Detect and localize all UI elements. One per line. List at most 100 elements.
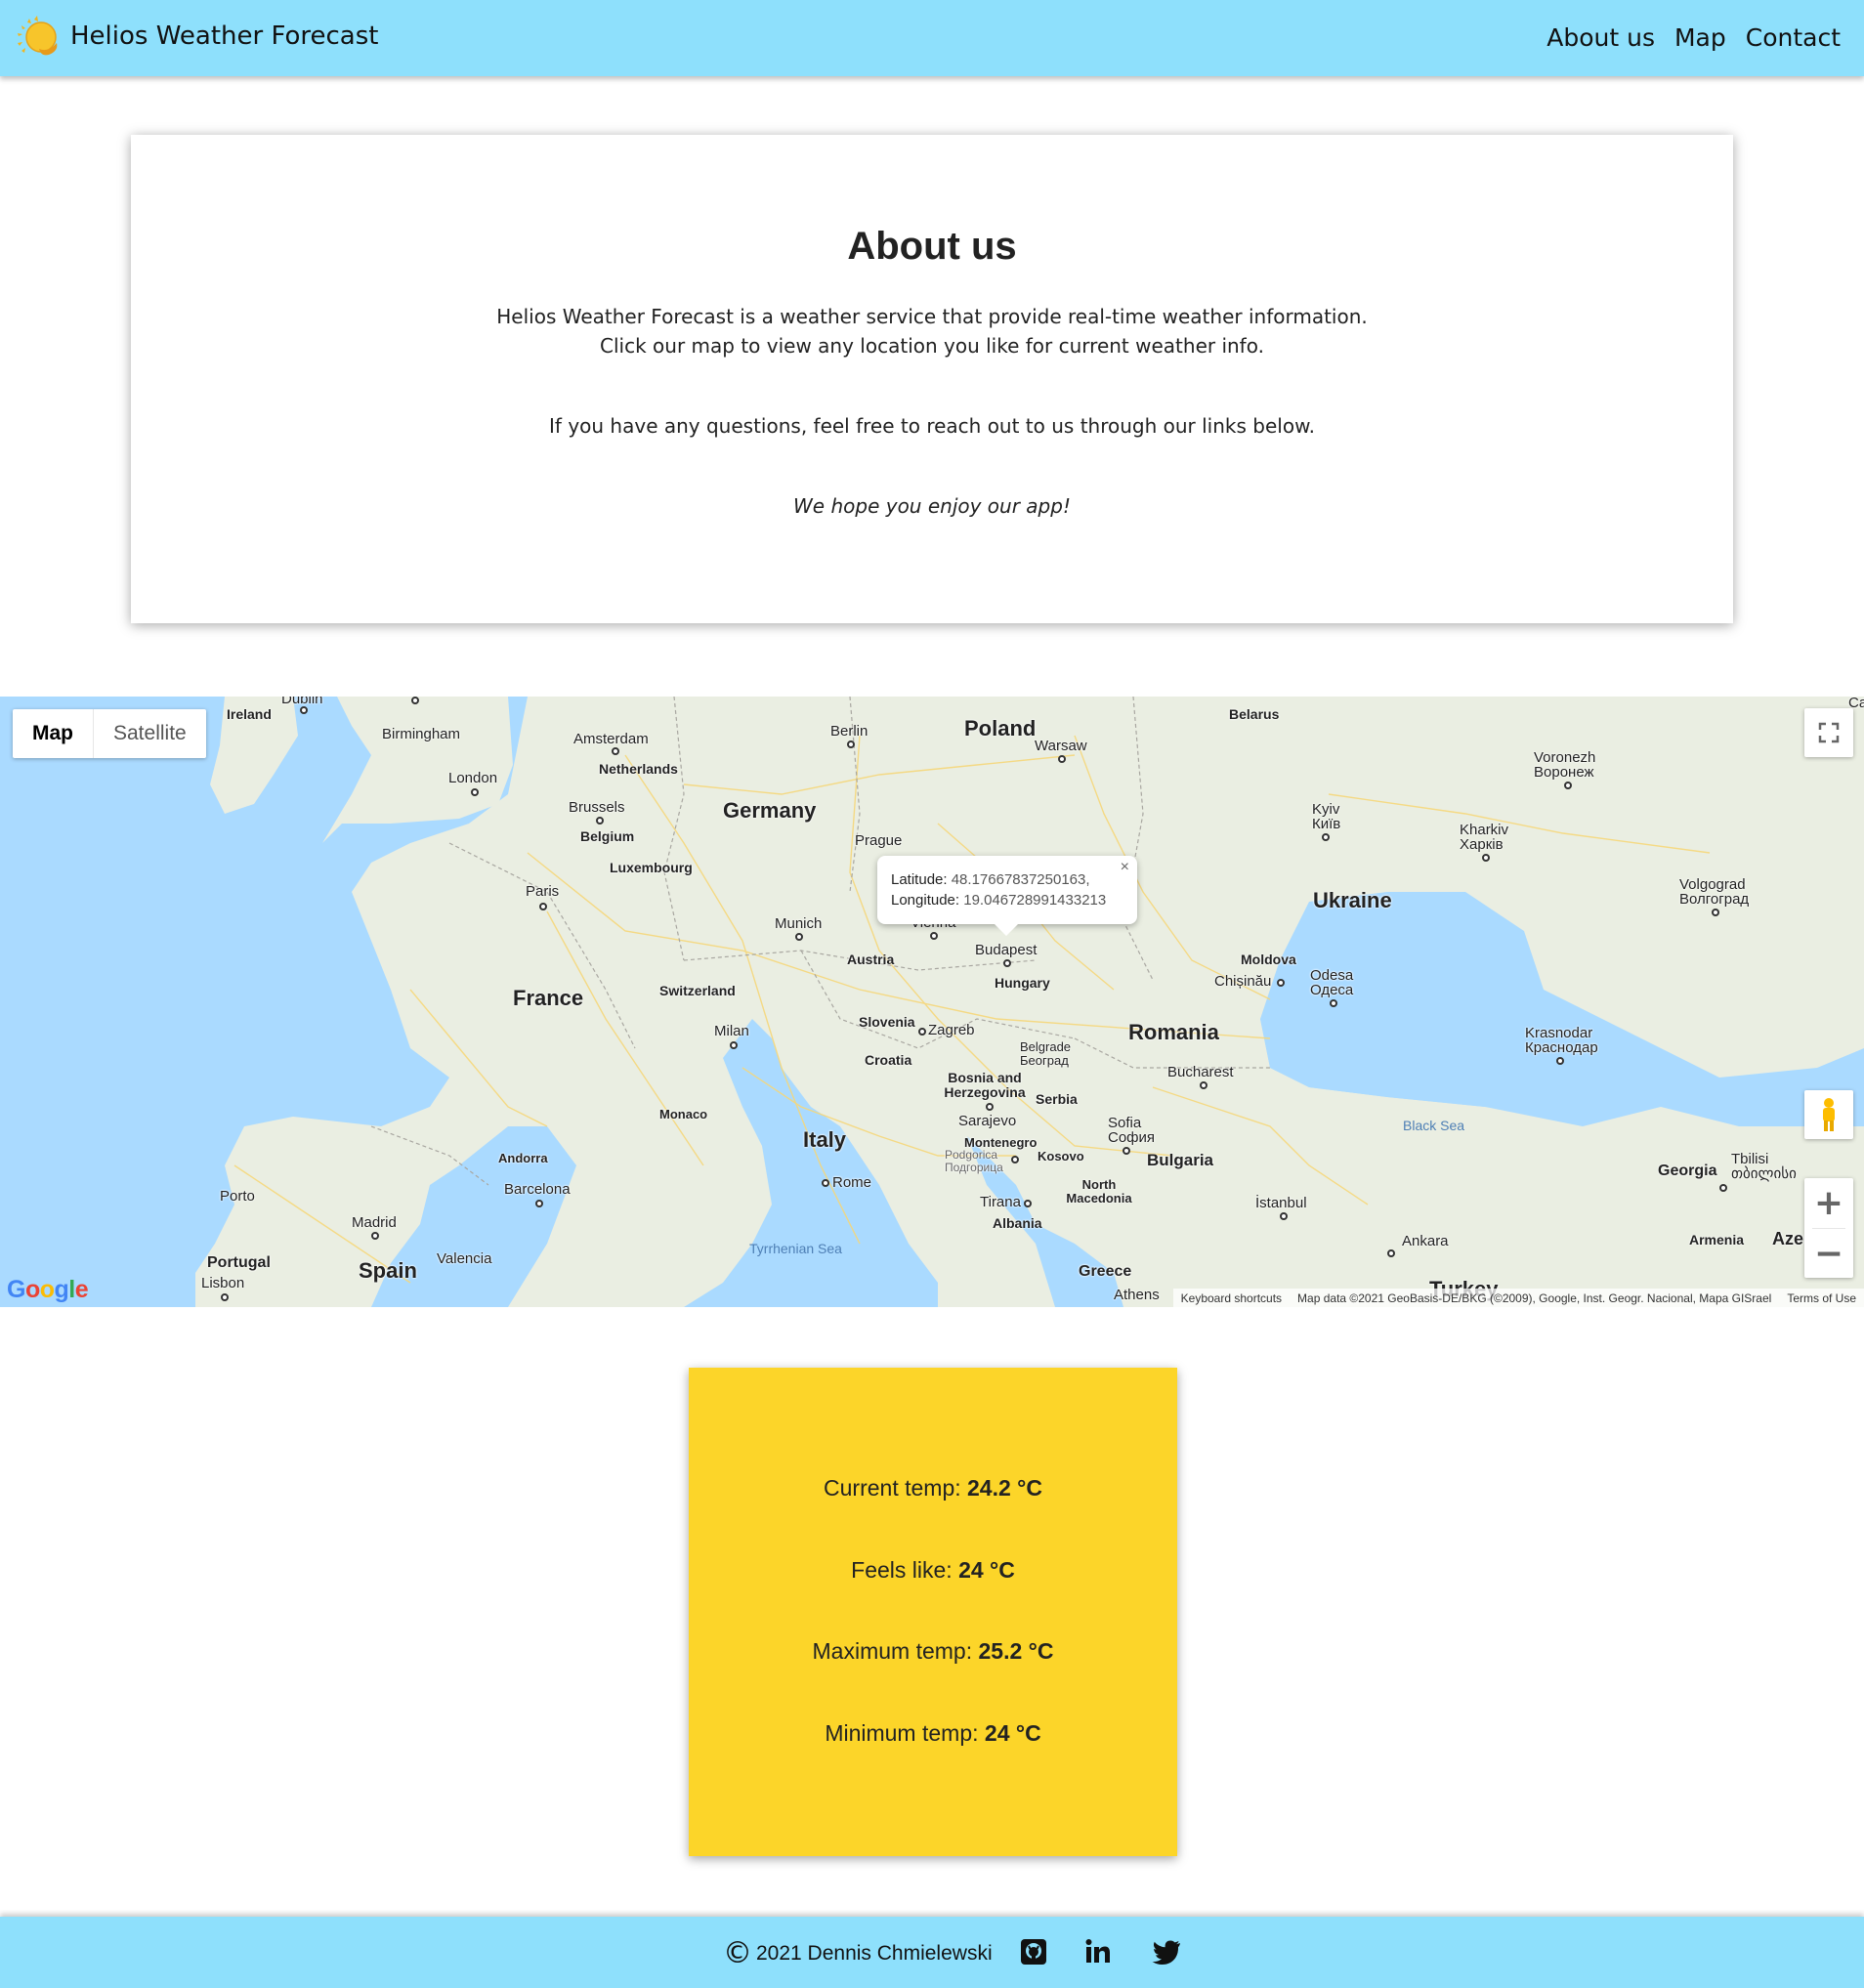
min-temp-value: 24 °C: [984, 1720, 1041, 1746]
current-temp-value: 24.2 °C: [967, 1475, 1042, 1501]
map-type-control: Map Satellite: [13, 709, 206, 758]
city-dot: [535, 1200, 543, 1207]
map-type-satellite-button[interactable]: Satellite: [94, 709, 206, 758]
map-label-kosovo: Kosovo: [1038, 1149, 1084, 1163]
map-canvas[interactable]: Ireland Poland Belarus Netherlands Germa…: [0, 697, 1864, 1307]
city-dot: [1200, 1081, 1207, 1089]
city-dot: [1330, 999, 1337, 1007]
city-dot: [1058, 755, 1066, 763]
map-label-spain: Spain: [359, 1258, 417, 1283]
current-temp-line: Current temp: 24.2 °C: [689, 1475, 1177, 1502]
map-label-barcelona: Barcelona: [504, 1181, 571, 1198]
city-dot: [1024, 1200, 1032, 1207]
info-longitude: Longitude: 19.046728991433213: [891, 890, 1123, 910]
map-label-odesa: Odesa Одеса: [1310, 967, 1354, 998]
city-dot: [1011, 1156, 1019, 1163]
about-text-line2: Click our map to view any location you l…: [600, 334, 1264, 358]
map-data-credit: Map data ©2021 GeoBasis-DE/BKG (©2009), …: [1297, 1290, 1772, 1305]
zoom-in-button[interactable]: +: [1804, 1178, 1853, 1228]
city-dot: [795, 933, 803, 941]
min-temp-line: Minimum temp: 24 °C: [689, 1720, 1177, 1747]
min-temp-label: Minimum temp:: [825, 1720, 985, 1746]
max-temp-line: Maximum temp: 25.2 °C: [689, 1638, 1177, 1665]
map-label-armenia: Armenia: [1689, 1232, 1745, 1248]
map-label-hungary: Hungary: [995, 975, 1050, 991]
map-label-birmingham: Birmingham: [382, 726, 461, 742]
city-dot: [1712, 909, 1719, 916]
brand-link[interactable]: Helios Weather Forecast: [16, 14, 378, 59]
map-label-madrid: Madrid: [352, 1214, 397, 1231]
map-label-warsaw: Warsaw: [1035, 738, 1087, 754]
map-label-croatia: Croatia: [865, 1052, 912, 1068]
linkedin-icon[interactable]: [1082, 1936, 1114, 1967]
city-dot: [1322, 833, 1330, 841]
map-label-sarajevo: Sarajevo: [958, 1113, 1017, 1129]
map-label-istanbul: İstanbul: [1255, 1195, 1307, 1211]
map-label-podgorica: Podgorica Подгорица: [945, 1148, 1003, 1174]
city-dot: [1123, 1147, 1130, 1155]
city-dot: [221, 1293, 229, 1301]
map-label-bulgaria: Bulgaria: [1147, 1151, 1214, 1169]
nav-map[interactable]: Map: [1674, 23, 1726, 52]
city-dot: [1482, 854, 1490, 862]
map-label-berlin: Berlin: [830, 723, 868, 740]
city-dot: [930, 932, 938, 940]
pegman-icon: [1823, 1098, 1835, 1131]
copyright-icon: ©: [723, 1936, 752, 1970]
map-label-georgia: Georgia: [1658, 1163, 1717, 1179]
city-dot: [596, 817, 604, 825]
map-label-amsterdam: Amsterdam: [573, 731, 649, 747]
zoom-out-button[interactable]: −: [1804, 1229, 1853, 1279]
map-label-belgium: Belgium: [580, 828, 635, 844]
city-dot: [1280, 1212, 1288, 1220]
city-dot: [847, 740, 855, 748]
fullscreen-icon: [1818, 722, 1840, 743]
city-dot: [822, 1179, 829, 1187]
map-label-chisinau: Chișinău: [1214, 973, 1272, 990]
map-label-brussels: Brussels: [569, 799, 625, 816]
map-label-tirana: Tirana: [980, 1194, 1021, 1210]
map-label-italy: Italy: [803, 1127, 847, 1152]
about-heading: About us: [847, 225, 1017, 268]
about-text-line1: Helios Weather Forecast is a weather ser…: [496, 305, 1368, 328]
map-label-valencia: Valencia: [437, 1250, 492, 1267]
weather-card: Current temp: 24.2 °C Feels like: 24 °C …: [689, 1368, 1177, 1856]
map-label-belgrade: Belgrade Београд: [1020, 1039, 1072, 1068]
fullscreen-button[interactable]: [1804, 708, 1853, 757]
feels-like-value: 24 °C: [958, 1557, 1015, 1583]
zoom-control: + −: [1804, 1178, 1853, 1278]
longitude-value: 19.046728991433213: [963, 892, 1107, 909]
max-temp-label: Maximum temp:: [812, 1638, 979, 1664]
map-label-bucharest: Bucharest: [1167, 1064, 1234, 1080]
city-dot: [918, 1028, 926, 1036]
map-label-albania: Albania: [993, 1215, 1042, 1231]
keyboard-shortcuts-link[interactable]: Keyboard shortcuts: [1173, 1291, 1290, 1305]
map-label-france: France: [513, 986, 584, 1010]
city-dot: [1719, 1184, 1727, 1192]
map-label-monaco: Monaco: [659, 1107, 708, 1121]
map-label-north-macedonia: North Macedonia: [1066, 1177, 1132, 1205]
map-label-ankara: Ankara: [1402, 1233, 1449, 1249]
longitude-label: Longitude:: [891, 892, 960, 909]
map-label-bosnia: Bosnia and Herzegovina: [944, 1070, 1026, 1100]
nav-about-us[interactable]: About us: [1546, 23, 1655, 52]
map-label-slovenia: Slovenia: [859, 1014, 915, 1030]
terms-of-use-link[interactable]: Terms of Use: [1779, 1291, 1864, 1305]
city-dot: [1003, 959, 1011, 967]
map-label-ukraine: Ukraine: [1313, 888, 1392, 912]
info-latitude: Latitude: 48.17667837250163,: [891, 869, 1123, 890]
map-label-romania: Romania: [1128, 1020, 1219, 1044]
info-window-close-button[interactable]: ×: [1121, 859, 1129, 876]
about-section: About us Helios Weather Forecast is a we…: [131, 135, 1733, 623]
city-dot: [539, 903, 547, 910]
map-label-tyrrhenian-sea: Tyrrhenian Sea: [749, 1241, 842, 1256]
street-view-button[interactable]: [1804, 1090, 1853, 1139]
map-label-andorra: Andorra: [498, 1151, 548, 1165]
twitter-icon[interactable]: [1151, 1936, 1182, 1967]
map-label-prague: Prague: [855, 832, 903, 849]
nav-contact[interactable]: Contact: [1746, 23, 1841, 52]
max-temp-value: 25.2 °C: [978, 1638, 1054, 1664]
github-icon[interactable]: [1018, 1936, 1049, 1967]
map-type-map-button[interactable]: Map: [13, 709, 94, 758]
map-label-poland: Poland: [964, 716, 1037, 740]
